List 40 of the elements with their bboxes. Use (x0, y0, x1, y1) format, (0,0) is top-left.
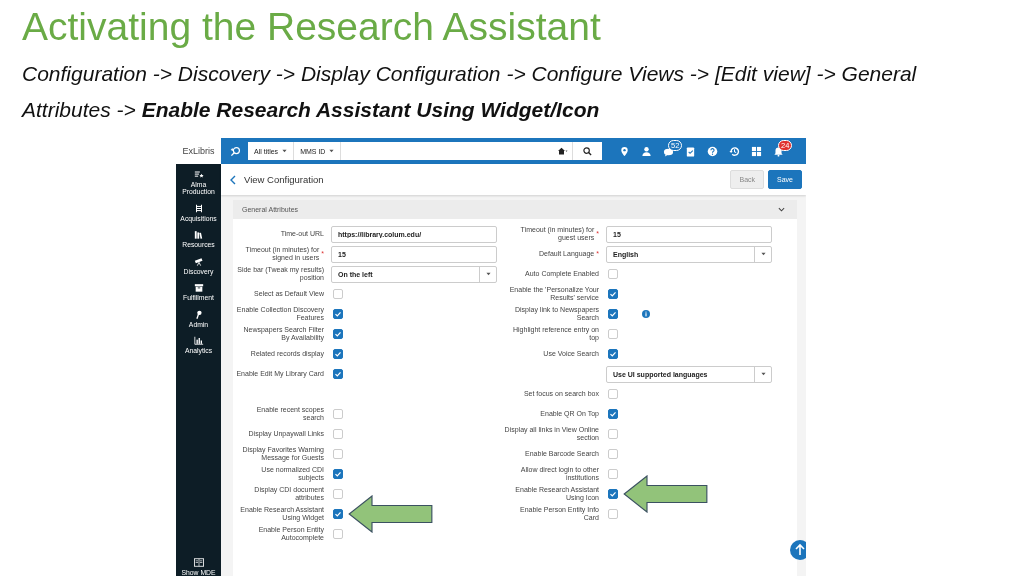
bar-chart-icon (193, 336, 204, 346)
scroll-top-icon[interactable] (790, 540, 806, 560)
checkbox[interactable] (608, 409, 618, 419)
caret-icon (485, 272, 491, 276)
page-title: View Configuration (244, 174, 324, 185)
checkbox[interactable] (333, 509, 343, 519)
clipboard-icon[interactable] (685, 145, 696, 157)
wrench-icon (193, 309, 204, 319)
logo: ExLibris (176, 138, 221, 164)
archive-box-icon (193, 283, 204, 293)
list-star-icon (193, 170, 204, 179)
checkbox[interactable] (608, 349, 618, 359)
caret-icon (760, 372, 766, 376)
history-icon[interactable] (729, 145, 740, 157)
checkbox[interactable] (333, 469, 343, 479)
home-icon (557, 147, 568, 155)
info-icon[interactable] (642, 310, 650, 318)
caret-icon (329, 149, 335, 153)
search-plus-icon[interactable] (230, 145, 241, 157)
caret-icon (282, 149, 288, 153)
caret-icon (760, 252, 766, 256)
back-chevron-icon[interactable] (230, 174, 236, 185)
location-pin-icon[interactable] (619, 145, 630, 157)
help-icon[interactable] (707, 145, 718, 157)
checkbox[interactable] (608, 489, 618, 499)
checkbox[interactable] (608, 309, 618, 319)
checkbox[interactable] (333, 369, 343, 379)
checkbox[interactable] (333, 309, 343, 319)
split-view-icon (193, 557, 204, 567)
user-icon[interactable] (641, 145, 652, 157)
ladder-icon (193, 203, 204, 213)
slide-title: Activating the Research Assistant (22, 4, 602, 50)
checkbox[interactable] (333, 329, 343, 339)
grid-icon[interactable] (751, 145, 762, 157)
checkbox[interactable] (333, 349, 343, 359)
books-icon (193, 230, 204, 240)
search-icon (583, 146, 592, 156)
slide-subtitle: Configuration -> Discovery -> Display Configuration -> Configure Views -> [Edit view] -> General Attributes -> Enable Research Assistant Using Widget/Icon (22, 61, 918, 123)
telescope-icon (193, 256, 204, 266)
checkbox[interactable] (608, 289, 618, 299)
